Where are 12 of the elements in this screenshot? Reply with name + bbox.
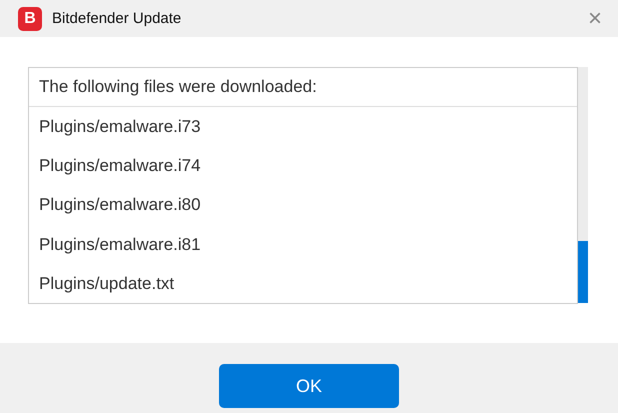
file-name: Plugins/emalware.i73 [38,116,202,138]
list-header: The following files were downloaded: [29,68,577,107]
app-logo: B [18,6,42,30]
file-name: Plugins/emalware.i80 [38,194,202,216]
file-name: Plugins/update.txt [38,272,176,295]
window-title: Bitdefender Update [52,10,182,27]
file-name: Plugins/emalware.i81 [38,234,202,256]
scrollbar-thumb[interactable] [578,241,588,303]
ok-button[interactable]: OK [219,364,399,408]
file-name: Plugins/emalware.i74 [38,154,202,177]
close-button[interactable]: × [572,6,618,30]
scrollbar[interactable] [578,67,588,303]
